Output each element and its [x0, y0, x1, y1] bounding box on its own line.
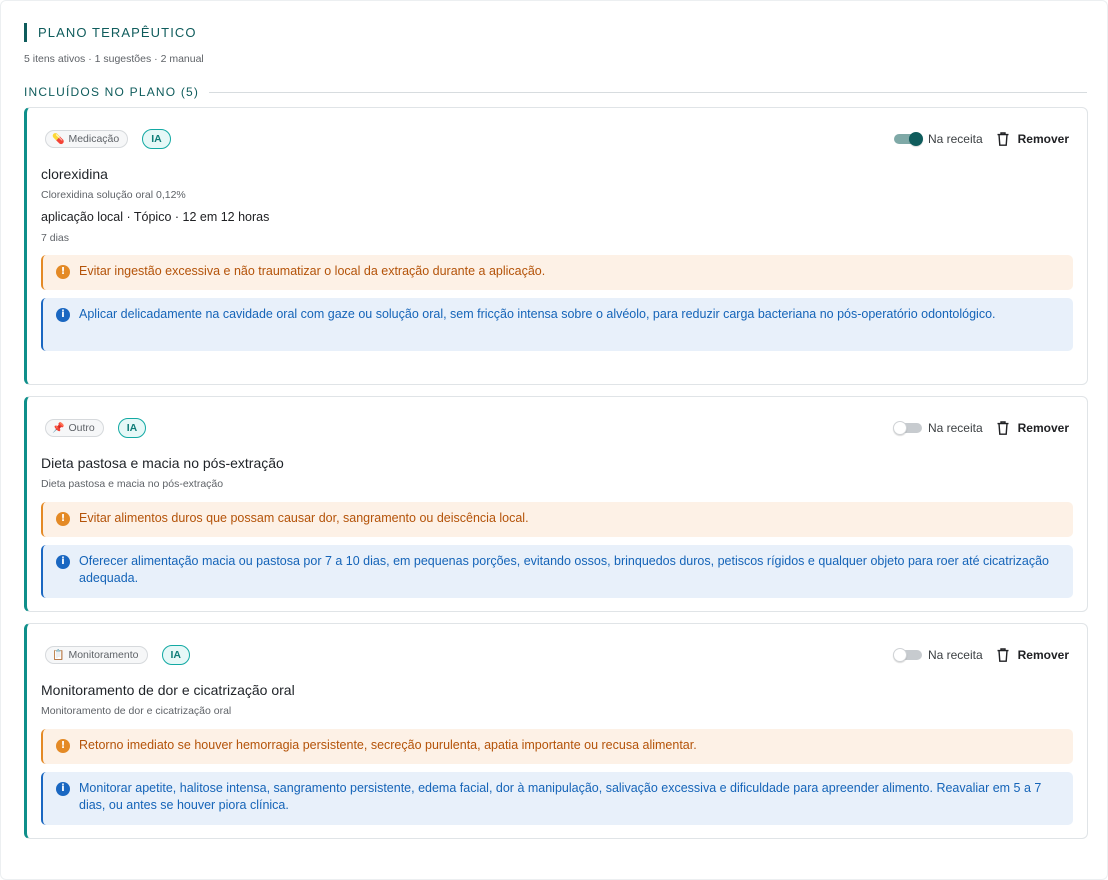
- item-subtitle: Clorexidina solução oral 0,12%: [41, 189, 186, 201]
- item-title: Monitoramento de dor e cicatrização oral: [41, 682, 295, 698]
- warning-icon: !: [56, 738, 70, 753]
- prescription-toggle-label: Na receita: [927, 421, 983, 435]
- trash-icon: [997, 421, 1009, 435]
- item-dosage: aplicação local · Tópico · 12 em 12 hora…: [41, 210, 270, 224]
- warning-box: ! Retorno imediato se houver hemorragia …: [41, 729, 1073, 764]
- item-title: Dieta pastosa e macia no pós-extração: [41, 455, 284, 471]
- card-toolbar: 📌 Outro IA Na receita Remover: [45, 417, 1069, 439]
- remove-button[interactable]: Remover: [997, 648, 1069, 662]
- warning-icon: !: [56, 511, 70, 526]
- warning-text: Evitar ingestão excessiva e não traumati…: [79, 264, 546, 278]
- category-label: Monitoramento: [68, 649, 139, 661]
- category-label: Medicação: [68, 133, 120, 145]
- toggle-knob: [892, 421, 907, 435]
- therapeutic-plan-panel: PLANO TERAPÊUTICO 5 itens ativos · 1 sug…: [0, 0, 1108, 880]
- panel-header: PLANO TERAPÊUTICO: [24, 23, 197, 42]
- category-chip: 📋 Monitoramento: [45, 646, 148, 664]
- warning-box: ! Evitar alimentos duros que possam caus…: [41, 502, 1073, 537]
- warning-text: Evitar alimentos duros que possam causar…: [79, 511, 529, 525]
- plan-item-card: 📌 Outro IA Na receita Remover Dieta past…: [24, 396, 1088, 612]
- info-text: Monitorar apetite, halitose intensa, san…: [79, 781, 1042, 812]
- info-text: Oferecer alimentação macia ou pastosa po…: [79, 554, 1050, 585]
- trash-icon: [997, 648, 1009, 662]
- toggle-knob: [908, 132, 923, 146]
- item-title: clorexidina: [41, 166, 108, 182]
- info-box: i Oferecer alimentação macia ou pastosa …: [41, 545, 1073, 598]
- item-subtitle: Dieta pastosa e macia no pós-extração: [41, 478, 224, 490]
- remove-button[interactable]: Remover: [997, 421, 1069, 435]
- info-box: i Monitorar apetite, halitose intensa, s…: [41, 772, 1073, 825]
- category-label: Outro: [68, 422, 95, 434]
- ai-badge: IA: [142, 129, 171, 149]
- warning-text: Retorno imediato se houver hemorragia pe…: [79, 738, 697, 752]
- info-box: i Aplicar delicadamente na cavidade oral…: [41, 298, 1073, 351]
- plan-item-card: 📋 Monitoramento IA Na receita Remover Mo…: [24, 623, 1088, 839]
- toggle-knob: [892, 648, 907, 662]
- ai-badge: IA: [117, 418, 147, 438]
- remove-label: Remover: [1017, 132, 1069, 146]
- ai-badge: IA: [161, 645, 190, 665]
- category-chip: 💊 Medicação: [45, 130, 129, 148]
- remove-label: Remover: [1017, 648, 1069, 662]
- card-toolbar: 💊 Medicação IA Na receita Remover: [45, 128, 1069, 150]
- trash-icon: [997, 132, 1009, 146]
- info-icon: i: [56, 307, 70, 322]
- card-toolbar: 📋 Monitoramento IA Na receita Remover: [45, 644, 1069, 666]
- info-icon: i: [56, 781, 70, 796]
- prescription-toggle[interactable]: [892, 648, 922, 662]
- item-duration: 7 dias: [41, 232, 70, 244]
- prescription-toggle[interactable]: [892, 421, 922, 435]
- plan-item-card: 💊 Medicação IA Na receita Remover clorex…: [24, 107, 1088, 385]
- category-chip: 📌 Outro: [45, 419, 104, 437]
- section-divider: [209, 91, 1087, 93]
- prescription-toggle[interactable]: [893, 132, 923, 146]
- remove-button[interactable]: Remover: [997, 132, 1069, 146]
- info-text: Aplicar delicadamente na cavidade oral c…: [79, 307, 996, 321]
- panel-summary: 5 itens ativos · 1 sugestões · 2 manual: [24, 53, 204, 65]
- prescription-toggle-label: Na receita: [927, 648, 983, 662]
- clipboard-icon: 📋: [52, 649, 65, 661]
- warning-icon: !: [56, 264, 70, 279]
- remove-label: Remover: [1017, 421, 1069, 435]
- prescription-toggle-label: Na receita: [927, 132, 983, 146]
- panel-title: PLANO TERAPÊUTICO: [38, 25, 197, 40]
- section-title: INCLUÍDOS NO PLANO (5): [24, 85, 200, 99]
- info-icon: i: [56, 554, 70, 569]
- section-header: INCLUÍDOS NO PLANO (5): [24, 84, 1087, 100]
- pill-icon: 💊: [52, 133, 65, 145]
- item-subtitle: Monitoramento de dor e cicatrização oral: [41, 705, 232, 717]
- pushpin-icon: 📌: [52, 422, 65, 434]
- warning-box: ! Evitar ingestão excessiva e não trauma…: [41, 255, 1073, 290]
